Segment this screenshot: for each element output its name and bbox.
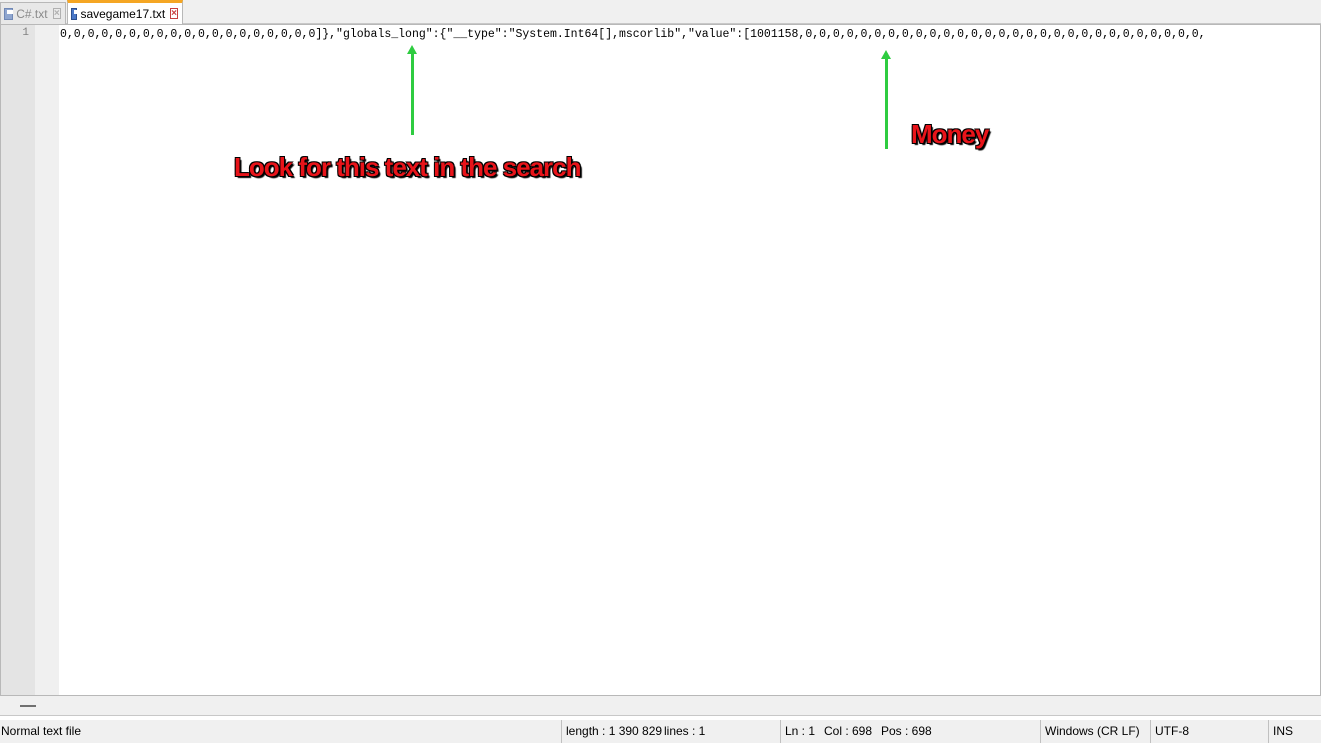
text-editor[interactable]: 1 0,0,0,0,0,0,0,0,0,0,0,0,0,0,0,0,0,0,0]… bbox=[0, 24, 1321, 696]
up-arrow-icon bbox=[881, 50, 891, 149]
fold-margin bbox=[35, 25, 59, 695]
tab-bar: C#.txt × savegame17.txt × bbox=[0, 0, 1321, 24]
cursor-position: Pos : 698 bbox=[881, 724, 932, 738]
code-line[interactable]: 0,0,0,0,0,0,0,0,0,0,0,0,0,0,0,0,0,0,0]},… bbox=[60, 28, 1316, 41]
save-icon bbox=[71, 7, 81, 20]
close-icon[interactable]: × bbox=[52, 8, 61, 19]
file-type: Normal text file bbox=[1, 724, 82, 738]
save-icon bbox=[4, 7, 14, 20]
cursor-column: Col : 698 bbox=[824, 724, 873, 738]
encoding[interactable]: UTF-8 bbox=[1150, 720, 1268, 743]
status-bar: Normal text file length : 1 390 829 line… bbox=[0, 720, 1321, 743]
tab-label: C#.txt bbox=[16, 6, 48, 21]
tab-csharp-txt[interactable]: C#.txt × bbox=[0, 2, 66, 24]
up-arrow-icon bbox=[407, 45, 417, 135]
money-annotation: Money bbox=[911, 119, 989, 149]
eol-format[interactable]: Windows (CR LF) bbox=[1040, 720, 1150, 743]
horizontal-scrollbar[interactable] bbox=[0, 696, 1321, 716]
minus-icon bbox=[20, 705, 36, 707]
file-length: length : 1 390 829 bbox=[561, 720, 662, 743]
close-icon[interactable]: × bbox=[170, 8, 178, 19]
line-count: lines : 1 bbox=[664, 724, 706, 738]
line-number: 1 bbox=[22, 27, 29, 39]
insert-mode[interactable]: INS bbox=[1268, 720, 1321, 743]
cursor-line: Ln : 1 bbox=[780, 720, 820, 743]
search-hint-annotation: Look for this text in the search bbox=[234, 152, 582, 182]
tab-savegame17-txt[interactable]: savegame17.txt × bbox=[67, 0, 183, 24]
tab-label: savegame17.txt bbox=[80, 6, 166, 21]
line-number-gutter: 1 bbox=[1, 25, 35, 695]
